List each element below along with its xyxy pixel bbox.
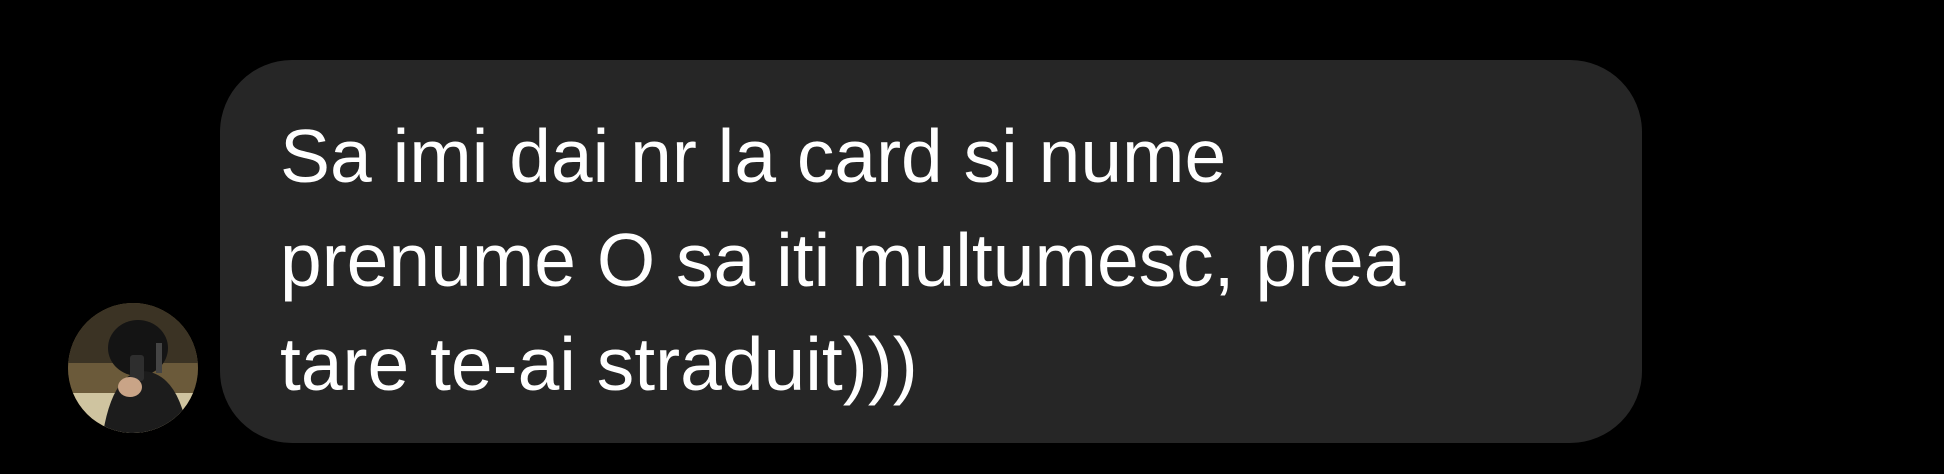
sender-avatar[interactable] (68, 303, 198, 433)
avatar-photo-icon (68, 303, 198, 433)
message-row: Sa imi dai nr la card si nume prenume O … (0, 0, 1944, 474)
message-bubble[interactable]: Sa imi dai nr la card si nume prenume O … (220, 60, 1642, 443)
message-text: Sa imi dai nr la card si nume prenume O … (280, 114, 1406, 406)
